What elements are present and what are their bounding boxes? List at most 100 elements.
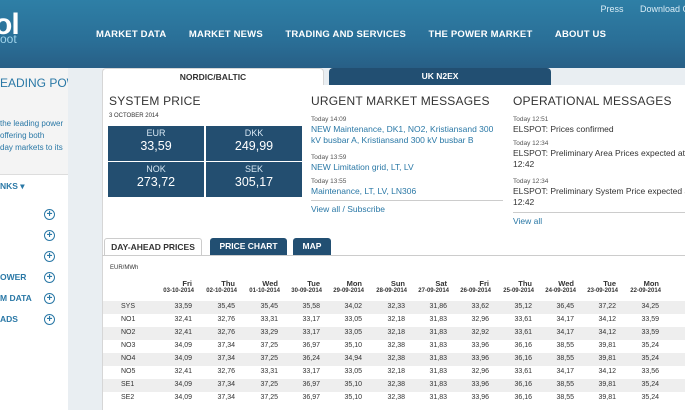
sidebar-links-panel: NKS ▾ + + + OWER + M DATA + ADS + xyxy=(0,174,68,410)
table-cell: 39,81 xyxy=(598,342,616,349)
expand-icon[interactable]: + xyxy=(44,230,55,241)
table-cell: 39,81 xyxy=(598,381,616,388)
table-cell: 35,24 xyxy=(641,355,659,362)
nav-market-news[interactable]: MARKET NEWS xyxy=(189,29,263,40)
tab-map[interactable]: MAP xyxy=(293,238,331,255)
expand-icon[interactable]: + xyxy=(44,314,55,325)
table-cell: 34,94 xyxy=(344,355,362,362)
sidebar-item-links[interactable]: NKS ▾ xyxy=(0,181,25,192)
operational-message: Today 12:51 ELSPOT: Prices confirmed xyxy=(513,115,685,135)
tab-nordic-baltic[interactable]: NORDIC/BALTIC xyxy=(102,68,324,85)
message-text: ELSPOT: Prices confirmed xyxy=(513,124,614,134)
sidebar-item-data[interactable]: M DATA xyxy=(0,293,32,303)
column-day: Tue xyxy=(307,279,320,288)
price-value: 249,99 xyxy=(234,139,274,153)
table-cell: 35,45 xyxy=(217,303,235,310)
table-cell: 35,24 xyxy=(641,342,659,349)
expand-icon[interactable]: + xyxy=(44,272,55,283)
table-cell: 33,56 xyxy=(641,368,659,375)
table-cell: 38,55 xyxy=(556,342,574,349)
table-cell: 36,16 xyxy=(514,394,532,401)
price-box-dkk: DKK 249,99 xyxy=(206,126,302,161)
tab-day-ahead-prices[interactable]: DAY-AHEAD PRICES xyxy=(104,238,202,255)
message-text: ELSPOT: Preliminary System Price expecte… xyxy=(513,186,685,207)
table-cell: 32,18 xyxy=(387,329,405,336)
table-cell: 37,34 xyxy=(217,355,235,362)
table-cell: 37,25 xyxy=(260,355,278,362)
table-cell: 33,96 xyxy=(471,381,489,388)
urgent-message[interactable]: Today 14:09 NEW Maintenance, DK1, NO2, K… xyxy=(311,115,501,146)
table-cell: 32,41 xyxy=(174,329,192,336)
table-cell: 35,10 xyxy=(344,394,362,401)
table-cell: 31,83 xyxy=(429,342,447,349)
table-row: NO1 32,41 32,76 33,31 33,17 33,05 32,18 31,83 32… xyxy=(103,314,685,327)
row-label: NO3 xyxy=(121,342,136,349)
table-cell: 32,38 xyxy=(387,355,405,362)
nav-power-market[interactable]: THE POWER MARKET xyxy=(428,29,532,40)
column-date: 26-09-2014 xyxy=(460,288,491,294)
view-all-subscribe-link[interactable]: View all / Subscribe xyxy=(311,204,385,214)
nav-market-data[interactable]: MARKET DATA xyxy=(96,29,166,40)
urgent-message[interactable]: Today 13:59 NEW Limitation grid, LT, LV xyxy=(311,153,501,173)
expand-icon[interactable]: + xyxy=(44,209,55,220)
tab-price-chart[interactable]: PRICE CHART xyxy=(210,238,287,255)
message-text[interactable]: NEW Limitation grid, LT, LV xyxy=(311,162,414,172)
currency-label: SEK xyxy=(244,164,263,174)
column-date: 27-09-2014 xyxy=(418,288,449,294)
table-cell: 31,83 xyxy=(429,329,447,336)
sidebar-item-ads[interactable]: ADS xyxy=(0,314,18,324)
table-unit: EUR/MWh xyxy=(110,265,139,271)
table-cell: 32,76 xyxy=(217,368,235,375)
table-cell: 36,97 xyxy=(302,381,320,388)
currency-label: EUR xyxy=(146,128,166,138)
row-label: NO2 xyxy=(121,329,136,336)
table-cell: 31,86 xyxy=(429,303,447,310)
message-time: Today 13:55 xyxy=(311,178,347,185)
table-cell: 38,55 xyxy=(556,394,574,401)
table-cell: 36,45 xyxy=(556,303,574,310)
press-link[interactable]: Press xyxy=(600,4,623,14)
expand-icon[interactable]: + xyxy=(44,251,55,262)
urgent-message[interactable]: Today 13:55 Maintenance, LT, LV, LN306 xyxy=(311,177,501,197)
sidebar-item-power[interactable]: OWER xyxy=(0,272,26,282)
table-cell: 34,17 xyxy=(556,329,574,336)
left-sidebar: EADING POWER the leading power offering … xyxy=(0,68,68,410)
table-cell: 37,22 xyxy=(598,303,616,310)
table-cell: 35,45 xyxy=(260,303,278,310)
expand-icon[interactable]: + xyxy=(44,293,55,304)
column-date: 01-10-2014 xyxy=(249,288,280,294)
table-cell: 33,96 xyxy=(471,355,489,362)
tab-uk-n2ex[interactable]: UK N2EX xyxy=(329,68,551,85)
column-day: Fri xyxy=(479,279,489,288)
nav-about-us[interactable]: ABOUT US xyxy=(555,29,606,40)
table-cell: 32,38 xyxy=(387,381,405,388)
message-time: Today 12:51 xyxy=(513,116,549,123)
table-cell: 34,12 xyxy=(598,368,616,375)
table-cell: 33,96 xyxy=(471,342,489,349)
table-row: SYS 33,59 35,45 35,45 35,58 34,02 32,33 31,86 33… xyxy=(103,301,685,314)
table-cell: 35,10 xyxy=(344,381,362,388)
column-day: Thu xyxy=(221,279,235,288)
table-cell: 33,05 xyxy=(344,329,362,336)
message-text[interactable]: NEW Maintenance, DK1, NO2, Kristiansand … xyxy=(311,124,493,145)
download-link[interactable]: Download C xyxy=(640,4,685,14)
main-nav: MARKET DATA MARKET NEWS TRADING AND SERV… xyxy=(96,24,624,42)
message-text[interactable]: Maintenance, LT, LV, LN306 xyxy=(311,186,416,196)
table-cell: 31,83 xyxy=(429,381,447,388)
column-day: Wed xyxy=(262,279,278,288)
logo-subtitle: oot xyxy=(0,32,17,46)
table-cell: 36,16 xyxy=(514,342,532,349)
nav-trading-services[interactable]: TRADING AND SERVICES xyxy=(285,29,406,40)
column-date: 28-09-2014 xyxy=(376,288,407,294)
table-cell: 32,38 xyxy=(387,342,405,349)
table-cell: 36,16 xyxy=(514,355,532,362)
table-cell: 33,31 xyxy=(260,316,278,323)
view-all-operational-link[interactable]: View all xyxy=(513,216,542,226)
table-cell: 33,05 xyxy=(344,316,362,323)
table-cell: 33,59 xyxy=(174,303,192,310)
table-cell: 39,81 xyxy=(598,355,616,362)
table-cell: 34,17 xyxy=(556,316,574,323)
table-cell: 34,12 xyxy=(598,329,616,336)
column-day: Mon xyxy=(346,279,362,288)
sidebar-desc-line: the leading power xyxy=(0,119,64,128)
